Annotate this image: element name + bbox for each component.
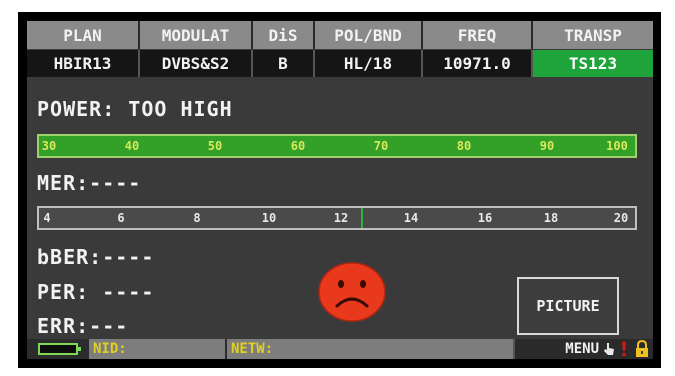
power-tick: 50 [207,139,223,153]
power-tick: 70 [373,139,389,153]
header-values: HBIR13 DVBS&S2 B HL/18 10971.0 TS123 [27,50,653,77]
hand-pointer-icon [604,343,614,355]
err-readout: ERR:--- [37,314,128,338]
per-readout: PER: ---- [37,280,154,304]
mer-readout: MER:---- [37,171,141,195]
header-label-modulat[interactable]: MODULAT [140,21,253,49]
nid-label: NID: [89,339,225,359]
lock-icon[interactable] [635,340,649,358]
mer-tick: 4 [43,211,51,225]
mer-tick: 12 [333,211,349,225]
power-tick: 40 [124,139,140,153]
device-screen: PLAN MODULAT DiS POL/BND FREQ TRANSP HBI… [18,12,661,368]
menu-button[interactable]: MENU [513,339,653,359]
bber-readout: bBER:---- [37,245,154,269]
header-value-plan[interactable]: HBIR13 [27,50,140,77]
header-label-dis[interactable]: DiS [253,21,315,49]
power-tick: 100 [606,139,628,153]
per-value: ---- [102,280,155,304]
header-value-pol-bnd[interactable]: HL/18 [315,50,423,77]
power-readout: POWER: TOO HIGH [37,97,233,121]
bber-label: bBER: [37,245,103,269]
mer-tick: 8 [193,211,201,225]
meter-panel: PLAN MODULAT DiS POL/BND FREQ TRANSP HBI… [27,21,653,359]
sad-face-icon [318,262,386,322]
netw-label: NETW: [225,339,513,359]
err-value: --- [89,314,129,338]
mer-tick: 18 [543,211,559,225]
mer-tick: 14 [403,211,419,225]
mer-tick: 6 [117,211,125,225]
bber-value: ---- [102,245,155,269]
header-value-freq[interactable]: 10971.0 [423,50,533,77]
battery-indicator [27,339,89,359]
alert-icon [622,341,626,357]
header-labels: PLAN MODULAT DiS POL/BND FREQ TRANSP [27,21,653,49]
per-label: PER: [37,280,90,304]
mer-tick: 10 [261,211,277,225]
header-label-transp[interactable]: TRANSP [533,21,653,49]
power-label: POWER: [37,97,116,121]
header-value-modulat[interactable]: DVBS&S2 [140,50,253,77]
header-label-freq[interactable]: FREQ [423,21,533,49]
battery-icon [38,343,81,355]
mer-tick: 20 [613,211,629,225]
mer-label: MER: [37,171,90,195]
mer-tick: 16 [477,211,493,225]
power-tick: 60 [290,139,306,153]
status-bar: NID: NETW: MENU [27,339,653,359]
mer-marker [361,208,363,228]
power-level-bar: 30 40 50 60 70 80 90 100 [37,134,637,158]
mer-value: ---- [89,171,142,195]
picture-button[interactable]: PICTURE [517,277,619,335]
power-tick: 90 [539,139,555,153]
header-label-plan[interactable]: PLAN [27,21,140,49]
header-value-transp[interactable]: TS123 [533,50,653,77]
power-tick: 80 [456,139,472,153]
header-value-dis[interactable]: B [253,50,315,77]
err-label: ERR: [37,314,90,338]
power-status: TOO HIGH [128,97,233,121]
header-label-pol-bnd[interactable]: POL/BND [315,21,423,49]
power-tick: 30 [41,139,57,153]
mer-level-bar: 4 6 8 10 12 14 16 18 20 [37,206,637,230]
menu-label: MENU [565,341,599,357]
